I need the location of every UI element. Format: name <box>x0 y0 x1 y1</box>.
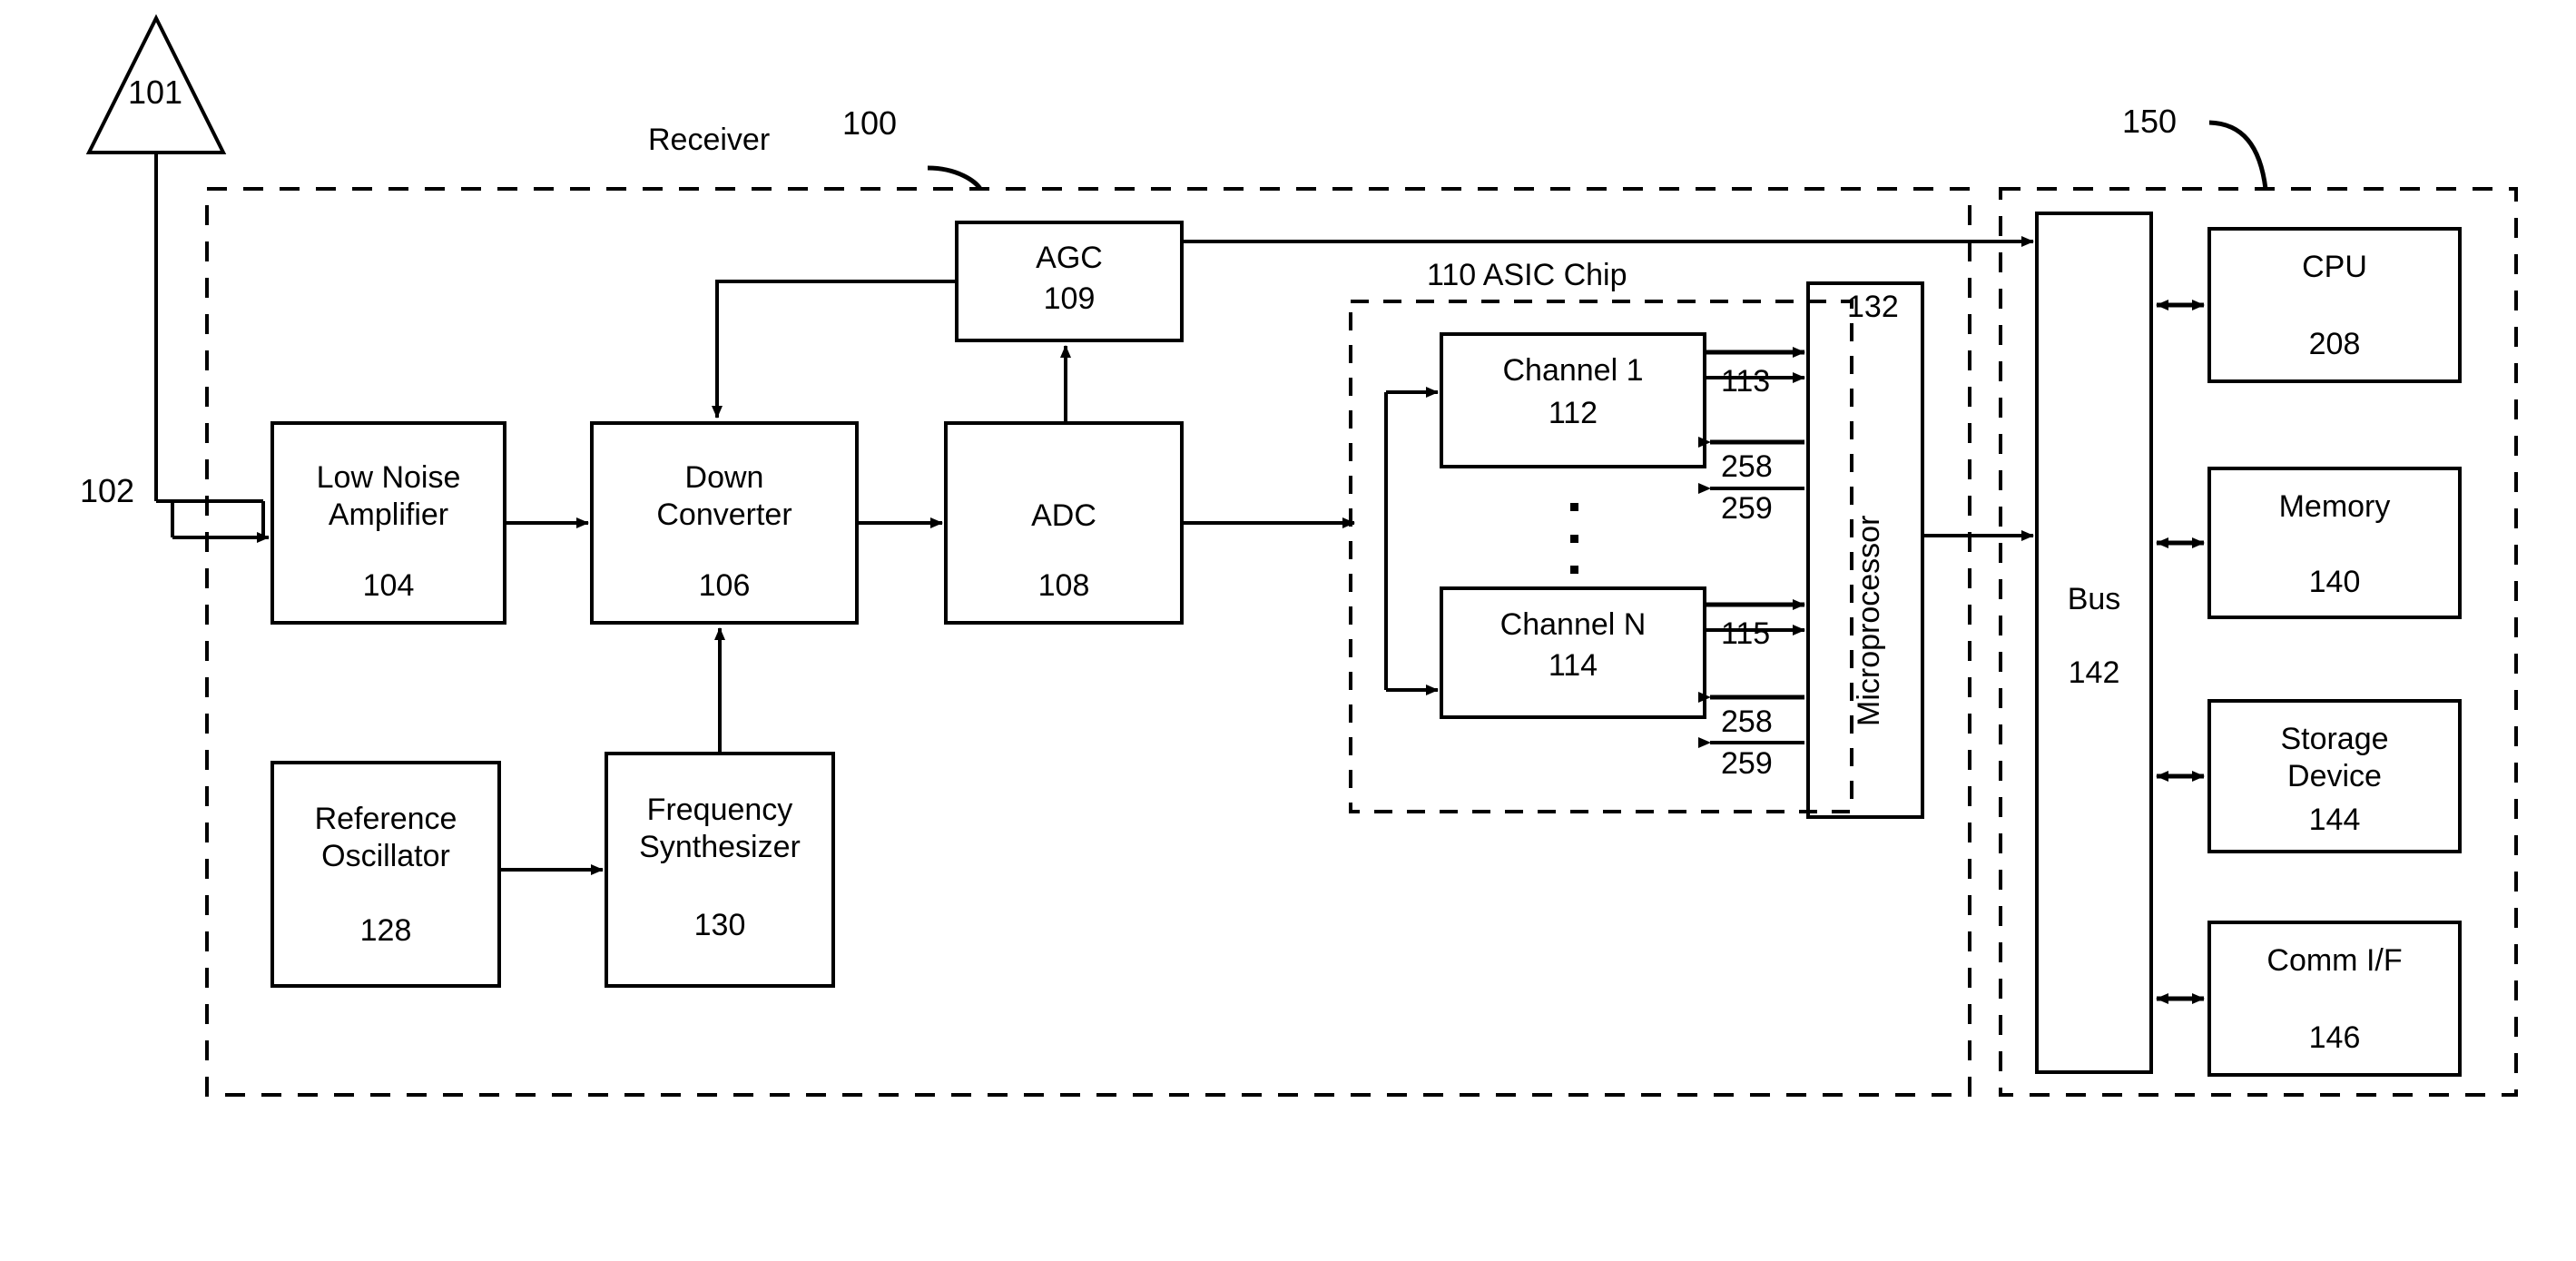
label-storage-ref: 144 <box>2308 802 2361 837</box>
label-lna: Low Noise Amplifier 104 <box>272 459 505 605</box>
label-reference-oscillator: Reference Oscillator 128 <box>272 801 499 950</box>
label-chn-ref: 114 <box>1548 648 1598 684</box>
label-channel-1: Channel 1 112 <box>1441 352 1705 433</box>
label-bus-ref: 142 <box>2068 655 2120 691</box>
label-cpu-ref: 208 <box>2308 327 2361 362</box>
label-ch1-ref: 112 <box>1548 396 1598 431</box>
label-refosc-name: Reference Oscillator <box>314 802 457 874</box>
signal-label-113: 113 <box>1721 364 1771 399</box>
label-lna-name: Low Noise Amplifier <box>316 460 461 533</box>
label-microprocessor-ref: 132 <box>1847 290 1899 324</box>
antenna-feed-ref-label: 102 <box>80 472 135 509</box>
label-cpu: CPU 208 <box>2209 249 2460 364</box>
label-ch1-name: Channel 1 <box>1502 353 1644 388</box>
label-bus: Bus 142 <box>2037 581 2151 693</box>
computer-group-ref: 150 <box>2122 103 2178 140</box>
label-memory-ref: 140 <box>2308 565 2361 600</box>
label-dc-name: Down Converter <box>656 460 792 533</box>
channel-ellipsis <box>1570 503 1578 574</box>
label-adc-name: ADC <box>1031 498 1096 533</box>
label-bus-name: Bus <box>2067 582 2121 616</box>
receiver-group-title: Receiver <box>648 123 771 157</box>
signal-label-chn-258: 258 <box>1721 704 1773 739</box>
signal-label-ch1-258: 258 <box>1721 449 1773 484</box>
label-comm-name: Comm I/F <box>2266 943 2403 978</box>
label-comm-if: Comm I/F 146 <box>2209 942 2460 1058</box>
label-memory: Memory 140 <box>2209 488 2460 602</box>
label-storage-device: Storage Device 144 <box>2209 721 2460 839</box>
signal-label-chn-259: 259 <box>1721 746 1773 781</box>
label-chn-name: Channel N <box>1499 607 1647 642</box>
signal-label-ch1-259: 259 <box>1721 491 1773 526</box>
label-memory-name: Memory <box>2278 489 2391 524</box>
diagram-lines <box>85 14 2518 1097</box>
label-lna-ref: 104 <box>362 567 415 603</box>
label-dc-ref: 106 <box>698 567 751 603</box>
signal-label-115: 115 <box>1721 616 1771 651</box>
label-channel-n: Channel N 114 <box>1441 606 1705 685</box>
label-frequency-synthesizer: Frequency Synthesizer 130 <box>606 792 833 944</box>
computer-leader-line <box>2208 120 2268 190</box>
label-comm-ref: 146 <box>2308 1020 2361 1056</box>
label-storage-name: Storage Device <box>2280 722 2389 794</box>
label-refosc-ref: 128 <box>359 912 412 948</box>
antenna-ref-label: 101 <box>128 74 183 111</box>
label-agc: AGC 109 <box>957 240 1182 319</box>
link-agc-to-dc <box>712 280 957 419</box>
label-agc-name: AGC <box>1036 241 1103 275</box>
receiver-group-ref: 100 <box>842 104 898 142</box>
label-agc-ref: 109 <box>1043 281 1096 317</box>
patent-figure: 101 102 Receiver 100 150 110 ASIC Chip L… <box>0 0 2576 1261</box>
label-fsynth-ref: 130 <box>693 907 746 942</box>
asic-group-title: 110 ASIC Chip <box>1427 258 1627 292</box>
label-fsynth-name: Frequency Synthesizer <box>639 793 801 865</box>
label-adc: ADC 108 <box>946 498 1182 606</box>
receiver-leader-line <box>927 165 983 191</box>
label-down-converter: Down Converter 106 <box>592 459 857 605</box>
label-adc-ref: 108 <box>1037 568 1090 604</box>
label-cpu-name: CPU <box>2302 250 2367 284</box>
label-microprocessor-name: Microprocessor <box>1852 515 1886 726</box>
